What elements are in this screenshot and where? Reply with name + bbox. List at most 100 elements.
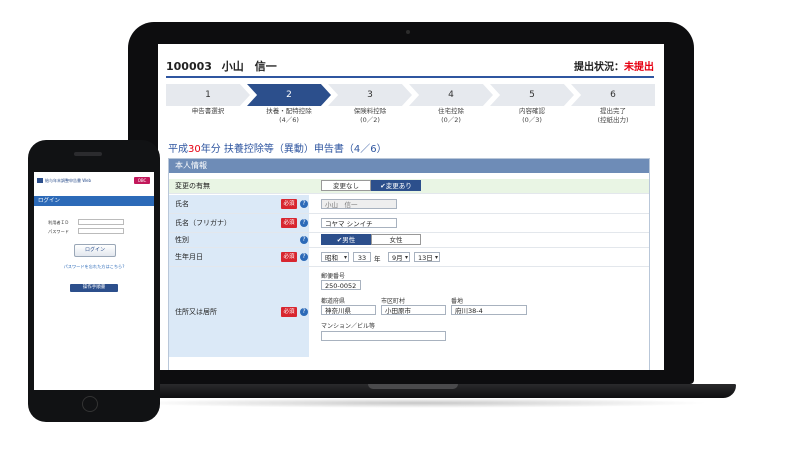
login-title-bar: ログイン <box>34 196 154 206</box>
step-5-label: 内容確認 (0／3) <box>490 107 574 125</box>
step-4[interactable]: 4 <box>409 84 493 106</box>
laptop-camera <box>406 30 410 34</box>
help-icon[interactable]: ? <box>300 253 308 261</box>
user-id-label: 利用者ＩＤ <box>48 220 69 225</box>
laptop-notch <box>368 384 458 389</box>
password-input[interactable] <box>78 228 124 234</box>
form-title-year: 30 <box>188 144 201 155</box>
step-1[interactable]: 1 <box>166 84 250 106</box>
phone-speaker <box>74 152 102 156</box>
gender-label: 性別 <box>175 236 189 244</box>
step-6[interactable]: 6 <box>571 84 655 106</box>
gender-row: 性別? ✔男性 女性 <box>169 233 649 248</box>
phone-screen: 給与年末調整申告書 Web OBC ログイン 利用者ＩＤ パスワード ログイン … <box>34 172 154 390</box>
no-change-toggle[interactable]: 変更なし <box>321 180 371 191</box>
forgot-password-link[interactable]: パスワードを忘れた方はこちら? <box>34 264 154 270</box>
year-unit: 年 <box>374 255 381 263</box>
postal-label: 郵便番号 <box>321 273 346 280</box>
step-5[interactable]: 5 <box>490 84 574 106</box>
login-button[interactable]: ログイン <box>74 244 116 257</box>
city-label: 市区町村 <box>381 298 406 305</box>
building-field[interactable] <box>321 331 446 341</box>
kana-label: 氏名（フリガナ） <box>175 219 231 227</box>
required-badge: 必須 <box>281 252 297 262</box>
brand-logo-icon <box>37 178 43 183</box>
progress-steps: 1 2 3 4 5 6 <box>166 84 655 106</box>
change-yes-toggle[interactable]: ✔変更あり <box>371 180 421 191</box>
birthday-label-cell: 生年月日 必須? <box>169 248 309 266</box>
user-id-input[interactable] <box>78 219 124 225</box>
section-title: 本人情報 <box>169 159 649 173</box>
step-4-label: 住宅控除 (0／2) <box>409 107 493 125</box>
change-row: 変更の有無 変更なし ✔変更あり <box>169 179 649 194</box>
step-1-title: 申告書選択 <box>191 107 225 115</box>
user-guide-button[interactable]: 操作手順書 <box>70 284 118 292</box>
step-2-title: 扶養・配特控除 <box>266 107 312 115</box>
laptop-shadow <box>130 398 710 408</box>
phone-header: 給与年末調整申告書 Web OBC <box>34 172 154 190</box>
building-label: マンション／ビル等 <box>321 323 376 330</box>
step-6-title: 提出完了 <box>600 107 626 115</box>
step-5-count: (0／3) <box>522 116 542 124</box>
submission-status: 提出状況：未提出 <box>574 58 654 73</box>
help-icon[interactable]: ? <box>300 236 308 244</box>
form-title-prefix: 平成 <box>168 144 188 155</box>
step-3-count: (0／2) <box>360 116 380 124</box>
form-title-suffix: 年分 扶養控除等（異動）申告書（4／6） <box>200 144 387 155</box>
name-field[interactable]: 小山 信一 <box>321 199 397 209</box>
birth-day-select[interactable]: 13日 <box>414 252 440 263</box>
help-icon[interactable]: ? <box>300 219 308 227</box>
personal-info-panel: 本人情報 変更の有無 変更なし ✔変更あり 氏名 必須? 小山 信一 氏名（フリガ… <box>168 158 650 370</box>
step-3-label: 保険料控除 (0／2) <box>328 107 412 125</box>
kana-field[interactable]: コヤマ シンイチ <box>321 218 397 228</box>
step-2-label: 扶養・配特控除 (4／6) <box>247 107 331 125</box>
step-2[interactable]: 2 <box>247 84 331 106</box>
required-badge: 必須 <box>281 218 297 228</box>
birthday-row: 生年月日 必須? 昭和 33 年 9月 13日 <box>169 248 649 267</box>
step-6-count: (控紙出力) <box>597 116 629 124</box>
birth-month-select[interactable]: 9月 <box>388 252 410 263</box>
name-label: 氏名 <box>175 200 189 208</box>
name-row: 氏名 必須? 小山 信一 <box>169 195 649 214</box>
header-divider <box>166 76 654 78</box>
prefecture-field[interactable]: 神奈川県 <box>321 305 376 315</box>
address-label: 住所又は居所 <box>175 308 217 316</box>
kana-row: 氏名（フリガナ） 必須? コヤマ シンイチ <box>169 214 649 233</box>
male-toggle[interactable]: ✔男性 <box>321 234 371 245</box>
laptop-screen: 100003 小山 信一 提出状況：未提出 1 2 3 4 5 6 申告書選択 … <box>158 44 664 370</box>
form-title: 平成30年分 扶養控除等（異動）申告書（4／6） <box>168 140 387 155</box>
birth-year-field[interactable]: 33 <box>353 252 371 262</box>
status-value: 未提出 <box>624 62 654 73</box>
step-3[interactable]: 3 <box>328 84 412 106</box>
obc-badge: OBC <box>134 177 150 184</box>
gender-label-cell: 性別? <box>169 233 309 247</box>
step-3-title: 保険料控除 <box>353 107 387 115</box>
help-icon[interactable]: ? <box>300 308 308 316</box>
user-name: 小山 信一 <box>221 60 277 73</box>
step-6-label: 提出完了 (控紙出力) <box>571 107 655 125</box>
step-4-title: 住宅控除 <box>438 107 464 115</box>
step-2-count: (4／6) <box>279 116 299 124</box>
step-4-count: (0／2) <box>441 116 461 124</box>
birthday-label: 生年月日 <box>175 253 203 261</box>
required-badge: 必須 <box>281 307 297 317</box>
brand-name: 給与年末調整申告書 Web <box>45 178 91 183</box>
address-label-cell: 住所又は居所 必須? <box>169 267 309 357</box>
change-label-cell: 変更の有無 <box>169 179 309 193</box>
era-select[interactable]: 昭和 <box>321 252 349 263</box>
postal-field[interactable]: 250-0052 <box>321 280 361 290</box>
block-field[interactable]: 府川38-4 <box>451 305 527 315</box>
page-header: 100003 小山 信一 提出状況：未提出 <box>166 58 654 78</box>
block-label: 番地 <box>451 298 464 305</box>
city-field[interactable]: 小田原市 <box>381 305 446 315</box>
kana-label-cell: 氏名（フリガナ） 必須? <box>169 214 309 232</box>
status-label: 提出状況： <box>574 62 624 73</box>
prefecture-label: 都道府県 <box>321 298 346 305</box>
name-label-cell: 氏名 必須? <box>169 195 309 213</box>
change-label: 変更の有無 <box>175 182 210 190</box>
help-icon[interactable]: ? <box>300 200 308 208</box>
address-row: 住所又は居所 必須? 郵便番号 250-0052 都道府県 市区町村 番地 神奈川… <box>169 267 649 357</box>
female-toggle[interactable]: 女性 <box>371 234 421 245</box>
step-5-title: 内容確認 <box>519 107 545 115</box>
step-1-label: 申告書選択 <box>166 107 250 116</box>
